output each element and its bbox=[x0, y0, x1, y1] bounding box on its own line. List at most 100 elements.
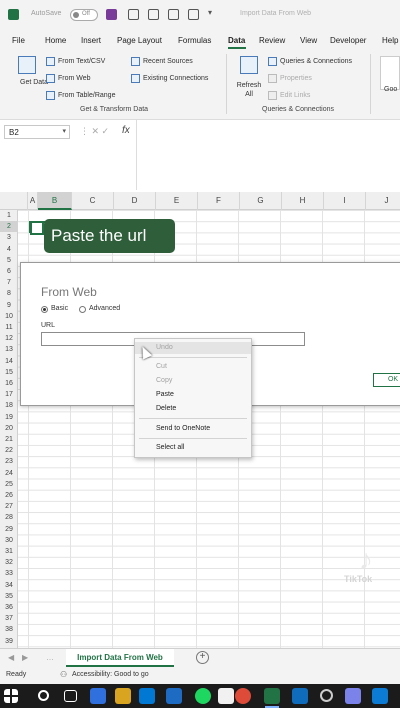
select-all-corner[interactable] bbox=[0, 192, 28, 210]
add-sheet-button[interactable]: + bbox=[196, 651, 209, 664]
search-icon[interactable] bbox=[38, 690, 49, 701]
row-header[interactable]: 5 bbox=[0, 255, 18, 266]
column-header[interactable]: G bbox=[240, 192, 282, 210]
next-sheet-icon[interactable]: ▶ bbox=[22, 653, 28, 662]
chrome-icon[interactable] bbox=[235, 688, 251, 704]
row-header[interactable]: 30 bbox=[0, 535, 18, 546]
customize-toolbar-icon[interactable]: ▾ bbox=[208, 8, 212, 17]
print-preview-icon[interactable] bbox=[168, 9, 179, 20]
save-icon[interactable] bbox=[106, 9, 117, 20]
column-header[interactable]: H bbox=[282, 192, 324, 210]
row-header[interactable]: 20 bbox=[0, 423, 18, 434]
tab-view[interactable]: View bbox=[300, 36, 317, 45]
start-menu-icon[interactable] bbox=[4, 689, 18, 703]
chevron-down-icon[interactable]: ▾ bbox=[62, 127, 66, 135]
column-header[interactable]: F bbox=[198, 192, 240, 210]
sheet-tab-import-data[interactable]: Import Data From Web bbox=[66, 649, 174, 667]
widgets-icon[interactable] bbox=[90, 688, 106, 704]
column-header[interactable]: D bbox=[114, 192, 156, 210]
menu-item-copy[interactable]: Copy bbox=[135, 375, 251, 387]
row-header[interactable]: 2 bbox=[0, 221, 18, 233]
cancel-enter-icons[interactable]: ⋮ ✕ ✓ bbox=[80, 126, 109, 137]
menu-item-delete[interactable]: Delete bbox=[135, 403, 251, 415]
column-header[interactable]: A bbox=[28, 192, 38, 210]
advanced-radio[interactable] bbox=[79, 306, 86, 313]
new-file-icon[interactable] bbox=[128, 9, 139, 20]
tab-file[interactable]: File bbox=[12, 36, 25, 45]
menu-item-send-to-onenote[interactable]: Send to OneNote bbox=[135, 423, 251, 435]
row-header[interactable]: 18 bbox=[0, 400, 18, 411]
stocks-geography-icon[interactable] bbox=[380, 56, 400, 90]
fx-icon[interactable]: fx bbox=[122, 125, 130, 136]
outlook-icon[interactable] bbox=[292, 688, 308, 704]
tab-formulas[interactable]: Formulas bbox=[178, 36, 211, 45]
from-web-button[interactable]: From Web bbox=[58, 75, 91, 82]
row-header[interactable]: 36 bbox=[0, 602, 18, 613]
row-header[interactable]: 7 bbox=[0, 277, 18, 288]
menu-item-undo[interactable]: Undo bbox=[135, 342, 251, 354]
mail-icon[interactable] bbox=[166, 688, 182, 704]
row-header[interactable]: 11 bbox=[0, 322, 18, 333]
tab-help[interactable]: Help bbox=[382, 36, 398, 45]
spotify-icon[interactable] bbox=[195, 688, 211, 704]
row-header[interactable]: 12 bbox=[0, 333, 18, 344]
row-header[interactable]: 24 bbox=[0, 468, 18, 479]
row-header[interactable]: 28 bbox=[0, 512, 18, 523]
excel-taskbar-icon[interactable] bbox=[264, 688, 280, 704]
folder-icon[interactable] bbox=[188, 9, 199, 20]
file-explorer-icon[interactable] bbox=[115, 688, 131, 704]
formula-input[interactable] bbox=[136, 120, 400, 190]
edit-links-button[interactable]: Edit Links bbox=[280, 92, 310, 99]
row-header[interactable]: 25 bbox=[0, 479, 18, 490]
basic-label[interactable]: Basic bbox=[51, 305, 68, 312]
advanced-label[interactable]: Advanced bbox=[89, 305, 120, 312]
get-data-button[interactable]: Get Data bbox=[20, 79, 48, 86]
refresh-icon[interactable] bbox=[240, 56, 258, 74]
tab-page-layout[interactable]: Page Layout bbox=[117, 36, 162, 45]
row-header[interactable]: 17 bbox=[0, 389, 18, 400]
tab-data[interactable]: Data bbox=[228, 36, 245, 45]
row-header[interactable]: 35 bbox=[0, 591, 18, 602]
tab-review[interactable]: Review bbox=[259, 36, 285, 45]
row-header[interactable]: 21 bbox=[0, 434, 18, 445]
column-header[interactable]: I bbox=[324, 192, 366, 210]
row-header[interactable]: 9 bbox=[0, 300, 18, 311]
row-header[interactable]: 33 bbox=[0, 568, 18, 579]
row-header[interactable]: 27 bbox=[0, 501, 18, 512]
ok-button[interactable]: OK bbox=[373, 373, 400, 387]
tab-insert[interactable]: Insert bbox=[81, 36, 101, 45]
menu-item-paste[interactable]: Paste bbox=[135, 389, 251, 401]
row-header[interactable]: 6 bbox=[0, 266, 18, 277]
row-header[interactable]: 15 bbox=[0, 367, 18, 378]
row-header[interactable]: 13 bbox=[0, 344, 18, 355]
open-file-icon[interactable] bbox=[148, 9, 159, 20]
app-icon-2[interactable] bbox=[372, 688, 388, 704]
task-view-icon[interactable] bbox=[64, 690, 77, 702]
row-header[interactable]: 34 bbox=[0, 580, 18, 591]
prev-sheet-icon[interactable]: ◀ bbox=[8, 653, 14, 662]
menu-item-select-all[interactable]: Select all bbox=[135, 442, 251, 454]
row-header[interactable]: 37 bbox=[0, 613, 18, 624]
row-header[interactable]: 39 bbox=[0, 636, 18, 647]
column-header[interactable]: C bbox=[72, 192, 114, 210]
column-header[interactable]: J bbox=[366, 192, 400, 210]
row-header[interactable]: 10 bbox=[0, 311, 18, 322]
queries-connections-button[interactable]: Queries & Connections bbox=[280, 58, 352, 65]
row-header[interactable]: 29 bbox=[0, 524, 18, 535]
row-header[interactable]: 1 bbox=[0, 210, 18, 221]
row-header[interactable]: 26 bbox=[0, 490, 18, 501]
accessibility-status[interactable]: Accessibility: Good to go bbox=[72, 671, 149, 678]
more-sheets-icon[interactable]: … bbox=[46, 653, 54, 662]
row-header[interactable]: 22 bbox=[0, 445, 18, 456]
row-header[interactable]: 23 bbox=[0, 456, 18, 467]
edge-icon[interactable] bbox=[139, 688, 155, 704]
row-header[interactable]: 4 bbox=[0, 244, 18, 255]
tab-developer[interactable]: Developer bbox=[330, 36, 366, 45]
row-header[interactable]: 32 bbox=[0, 557, 18, 568]
autosave-toggle[interactable]: Off bbox=[70, 9, 98, 21]
from-text-csv-button[interactable]: From Text/CSV bbox=[58, 58, 105, 65]
tab-home[interactable]: Home bbox=[45, 36, 66, 45]
row-header[interactable]: 14 bbox=[0, 356, 18, 367]
row-header[interactable]: 8 bbox=[0, 288, 18, 299]
teams-icon[interactable] bbox=[345, 688, 361, 704]
